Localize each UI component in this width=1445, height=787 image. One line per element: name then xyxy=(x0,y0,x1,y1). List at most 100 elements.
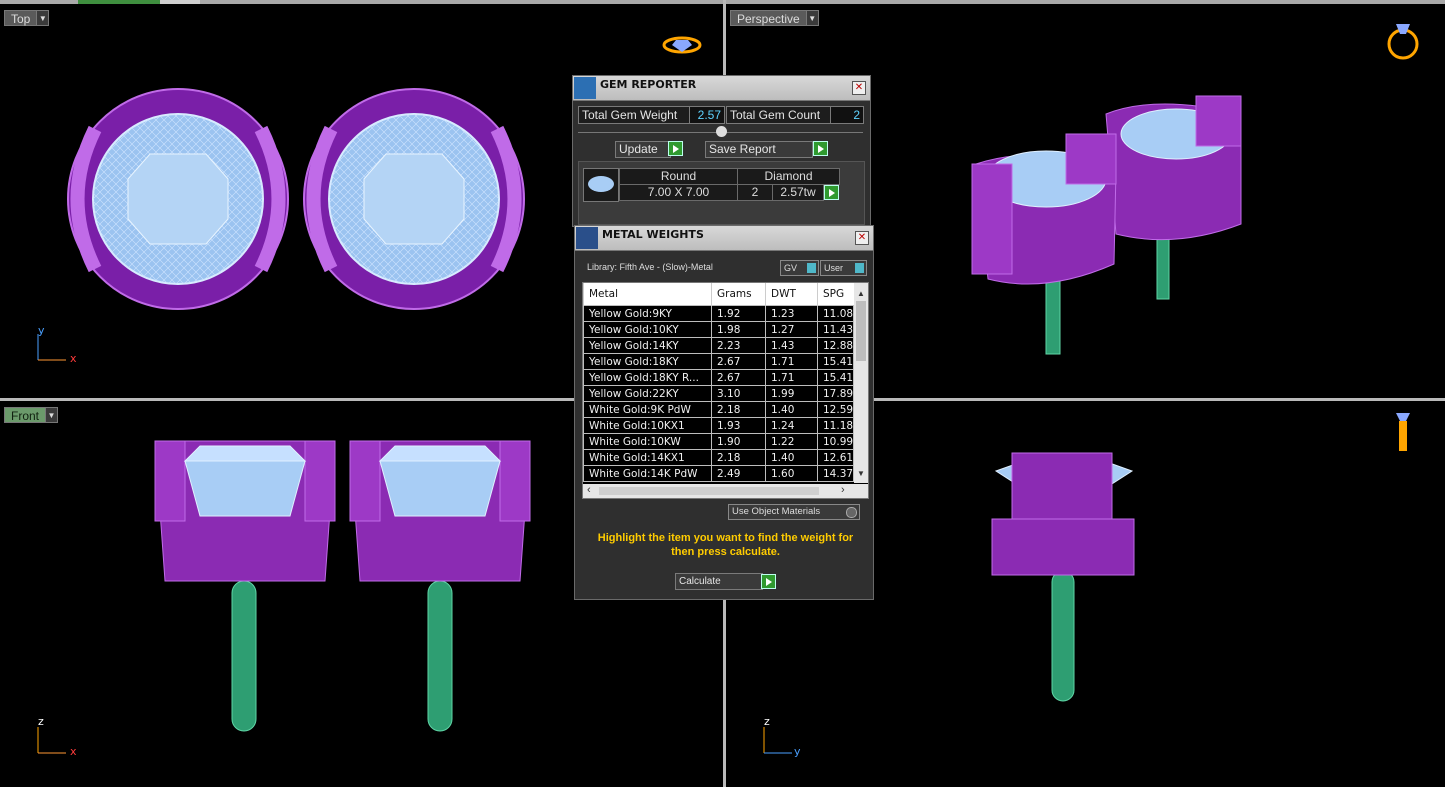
table-cell: 2.18 xyxy=(711,401,766,418)
table-cell: 15.41 xyxy=(817,353,854,370)
table-cell: 1.43 xyxy=(765,337,818,354)
gv-toggle[interactable]: GV xyxy=(780,260,819,276)
save-report-arrow-icon[interactable] xyxy=(813,141,828,156)
user-toggle[interactable]: User xyxy=(820,260,867,276)
earring-perspective-back xyxy=(1105,95,1242,300)
table-cell: 10.99 xyxy=(817,433,854,450)
axis-label-x: x xyxy=(70,352,77,365)
table-row[interactable]: Yellow Gold:9KY 1.92 1.23 11.08 xyxy=(583,305,854,322)
table-cell: 14.37 xyxy=(817,465,854,482)
table-row[interactable]: Yellow Gold:10KY 1.98 1.27 11.43 xyxy=(583,321,854,338)
metal-table-container[interactable]: Metal Grams DWT SPG Yellow Gold:9KY 1.92 1… xyxy=(582,282,869,499)
metal-weights-titlebar[interactable]: METAL WEIGHTS ✕ xyxy=(575,226,873,251)
metal-table: Metal Grams DWT SPG Yellow Gold:9KY 1.92 1… xyxy=(583,283,854,482)
table-row[interactable]: White Gold:10KX1 1.93 1.24 11.18 xyxy=(583,417,854,434)
library-label: Library: Fifth Ave - (Slow)-Metal xyxy=(587,262,713,272)
viewport-top-label[interactable]: Top ▼ xyxy=(4,10,50,26)
column-header-spg[interactable]: SPG xyxy=(817,283,854,306)
table-row[interactable]: Yellow Gold:18KY 2.67 1.71 15.41 xyxy=(583,353,854,370)
earring-top-right xyxy=(303,88,525,310)
table-cell: 1.23 xyxy=(765,305,818,322)
table-row[interactable]: Yellow Gold:18KY R... 2.67 1.71 15.41 xyxy=(583,369,854,386)
ring-top-icon xyxy=(662,36,702,54)
table-cell: 1.40 xyxy=(765,449,818,466)
total-gem-count-value: 2 xyxy=(830,106,864,124)
total-gem-weight-value: 2.57 xyxy=(689,106,725,124)
table-cell: 1.93 xyxy=(711,417,766,434)
update-button[interactable]: Update xyxy=(615,141,671,158)
table-row[interactable]: Yellow Gold:14KY 2.23 1.43 12.88 xyxy=(583,337,854,354)
table-cell: 17.89 xyxy=(817,385,854,402)
column-header-dwt[interactable]: DWT xyxy=(765,283,818,306)
gem-weight: 2.57tw xyxy=(772,184,824,201)
table-cell: Yellow Gold:22KY xyxy=(583,385,712,402)
table-cell: White Gold:10KX1 xyxy=(583,417,712,434)
table-cell: 1.60 xyxy=(765,465,818,482)
ring-perspective-icon xyxy=(1387,24,1419,60)
scrollbar-thumb xyxy=(856,301,866,361)
save-report-button[interactable]: Save Report xyxy=(705,141,813,158)
table-cell: 11.18 xyxy=(817,417,854,434)
gem-material: Diamond xyxy=(737,168,840,185)
viewport-perspective-label[interactable]: Perspective ▼ xyxy=(730,10,819,26)
axis-label-y: y xyxy=(38,324,45,337)
metal-weights-panel: METAL WEIGHTS ✕ Library: Fifth Ave - (Sl… xyxy=(574,225,874,600)
viewport-menu-icon: ▼ xyxy=(37,10,50,26)
table-cell: White Gold:10KW xyxy=(583,433,712,450)
table-row[interactable]: White Gold:14K PdW 2.49 1.60 14.37 xyxy=(583,465,854,482)
metal-weights-icon xyxy=(576,227,598,249)
axis-label-x: x xyxy=(70,745,77,758)
table-cell: 1.71 xyxy=(765,369,818,386)
ring-side-icon xyxy=(1396,413,1410,451)
calculate-arrow-icon[interactable] xyxy=(761,574,776,589)
table-cell: 1.22 xyxy=(765,433,818,450)
table-cell: 2.23 xyxy=(711,337,766,354)
earring-front-right xyxy=(349,440,531,732)
horizontal-scrollbar[interactable]: ‹ › xyxy=(583,484,868,498)
column-header-grams[interactable]: Grams xyxy=(711,283,766,306)
axis-gizmo-front xyxy=(37,727,66,754)
table-cell: 2.49 xyxy=(711,465,766,482)
gem-reporter-title: GEM REPORTER xyxy=(600,78,697,91)
gem-size: 7.00 X 7.00 xyxy=(619,184,738,201)
gem-reporter-titlebar[interactable]: GEM REPORTER ✕ xyxy=(573,76,870,101)
table-cell: Yellow Gold:9KY xyxy=(583,305,712,322)
table-cell: White Gold:9K PdW xyxy=(583,401,712,418)
table-cell: 1.90 xyxy=(711,433,766,450)
toggle-icon xyxy=(846,507,857,518)
table-cell: White Gold:14K PdW xyxy=(583,465,712,482)
viewport-front-label[interactable]: Front ▼ xyxy=(4,407,59,423)
axis-label-z: z xyxy=(764,715,770,728)
table-row[interactable]: Yellow Gold:22KY 3.10 1.99 17.89 xyxy=(583,385,854,402)
close-icon[interactable]: ✕ xyxy=(852,81,866,95)
toggle-icon xyxy=(807,263,816,273)
metal-weights-title: METAL WEIGHTS xyxy=(602,228,704,241)
table-cell: 12.59 xyxy=(817,401,854,418)
vertical-scrollbar[interactable]: ▲ ▼ xyxy=(854,283,868,483)
axis-label-y: y xyxy=(794,745,801,758)
table-cell: Yellow Gold:18KY R... xyxy=(583,369,712,386)
gem-detail-arrow-icon[interactable] xyxy=(824,185,839,200)
table-row[interactable]: White Gold:10KW 1.90 1.22 10.99 xyxy=(583,433,854,450)
calculate-button[interactable]: Calculate xyxy=(675,573,763,590)
table-cell: White Gold:14KX1 xyxy=(583,449,712,466)
earring-front-left xyxy=(154,440,336,732)
total-gem-weight-label: Total Gem Weight xyxy=(578,106,690,124)
table-cell: 11.08 xyxy=(817,305,854,322)
table-cell: 1.71 xyxy=(765,353,818,370)
table-cell: Yellow Gold:10KY xyxy=(583,321,712,338)
close-icon[interactable]: ✕ xyxy=(855,231,869,245)
collapse-icon[interactable] xyxy=(716,126,727,137)
table-cell: Yellow Gold:18KY xyxy=(583,353,712,370)
gem-reporter-icon xyxy=(574,77,596,99)
table-cell: 1.24 xyxy=(765,417,818,434)
round-diamond-icon[interactable] xyxy=(583,168,619,202)
viewport-menu-icon: ▼ xyxy=(46,407,59,423)
update-arrow-icon[interactable] xyxy=(668,141,683,156)
column-header-metal[interactable]: Metal xyxy=(583,283,712,306)
gem-count: 2 xyxy=(737,184,773,201)
use-object-materials-toggle[interactable]: Use Object Materials xyxy=(728,504,860,520)
table-row[interactable]: White Gold:9K PdW 2.18 1.40 12.59 xyxy=(583,401,854,418)
table-row[interactable]: White Gold:14KX1 2.18 1.40 12.61 xyxy=(583,449,854,466)
table-cell: Yellow Gold:14KY xyxy=(583,337,712,354)
